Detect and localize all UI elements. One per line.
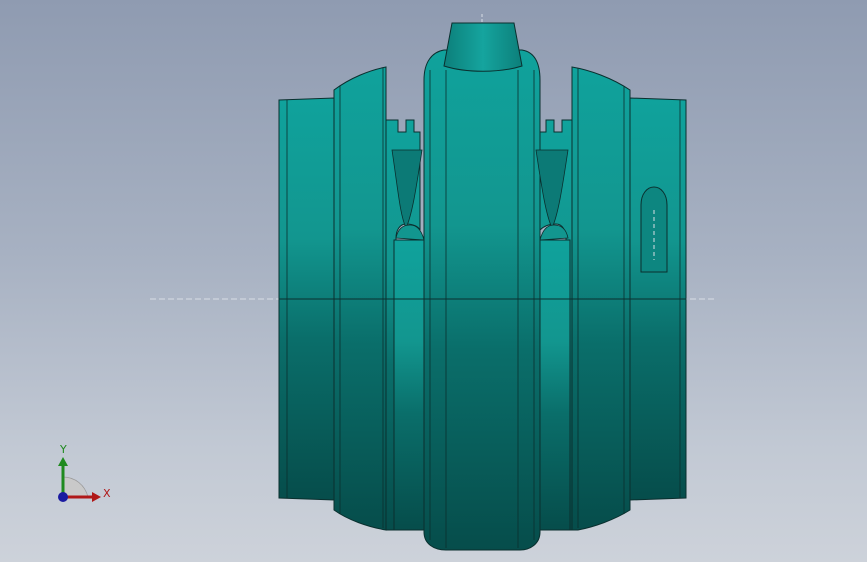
y-axis-arrowhead <box>58 457 68 466</box>
y-axis-label: Y <box>60 443 67 456</box>
model-view[interactable] <box>0 0 867 562</box>
x-axis-label: X <box>103 487 111 500</box>
top-boss[interactable] <box>443 22 523 72</box>
left-lower-strip[interactable] <box>393 239 425 531</box>
z-axis-dot <box>58 492 68 502</box>
graphics-viewport[interactable]: Y X <box>0 0 867 562</box>
right-lower-strip[interactable] <box>539 239 571 531</box>
central-hub[interactable] <box>423 49 541 551</box>
x-axis-arrowhead <box>92 492 101 502</box>
